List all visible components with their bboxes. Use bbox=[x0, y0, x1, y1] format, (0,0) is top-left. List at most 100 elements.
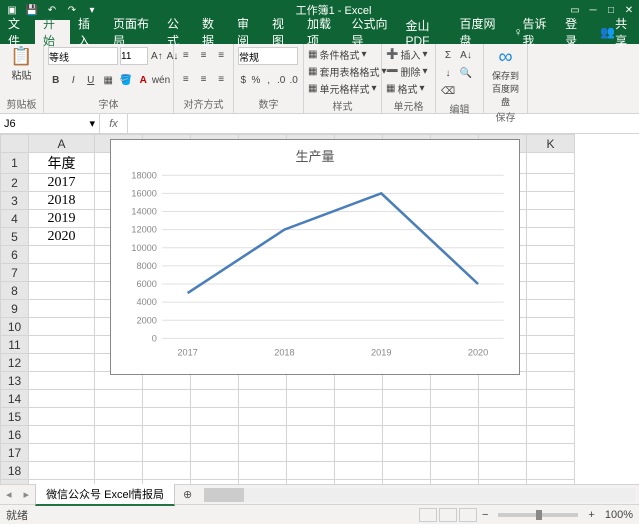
cell-K16[interactable] bbox=[527, 426, 575, 444]
cell-K17[interactable] bbox=[527, 444, 575, 462]
cell-K4[interactable] bbox=[527, 210, 575, 228]
cell-A3[interactable]: 2018 bbox=[29, 192, 95, 210]
cell-D19[interactable] bbox=[191, 480, 239, 485]
row-header[interactable]: 12 bbox=[1, 354, 29, 372]
tab-addins[interactable]: 加载项 bbox=[299, 20, 344, 44]
comma-icon[interactable]: , bbox=[263, 73, 274, 89]
cell-A11[interactable] bbox=[29, 336, 95, 354]
cell-G16[interactable] bbox=[335, 426, 383, 444]
cell-H17[interactable] bbox=[383, 444, 431, 462]
row-header[interactable]: 9 bbox=[1, 300, 29, 318]
align-bottom-icon[interactable]: ≡ bbox=[213, 47, 229, 63]
tab-review[interactable]: 审阅 bbox=[229, 20, 264, 44]
row-header[interactable]: 7 bbox=[1, 264, 29, 282]
cell-F17[interactable] bbox=[287, 444, 335, 462]
cell-A9[interactable] bbox=[29, 300, 95, 318]
row-header[interactable]: 5 bbox=[1, 228, 29, 246]
currency-icon[interactable]: $ bbox=[238, 73, 249, 89]
cell-F18[interactable] bbox=[287, 462, 335, 480]
cell-K13[interactable] bbox=[527, 372, 575, 390]
cell-H15[interactable] bbox=[383, 408, 431, 426]
tab-baidu-netdisk[interactable]: 百度网盘 bbox=[452, 20, 506, 44]
italic-button[interactable]: I bbox=[66, 73, 82, 89]
share-button[interactable]: 👥 共享 bbox=[592, 20, 639, 44]
row-header[interactable]: 14 bbox=[1, 390, 29, 408]
cell-E17[interactable] bbox=[239, 444, 287, 462]
cell-H14[interactable] bbox=[383, 390, 431, 408]
cell-K3[interactable] bbox=[527, 192, 575, 210]
find-select-button[interactable]: 🔍 bbox=[458, 65, 474, 81]
row-header[interactable]: 17 bbox=[1, 444, 29, 462]
cell-A5[interactable]: 2020 bbox=[29, 228, 95, 246]
cell-K10[interactable] bbox=[527, 318, 575, 336]
row-header[interactable]: 16 bbox=[1, 426, 29, 444]
cell-C15[interactable] bbox=[143, 408, 191, 426]
decrease-decimal-icon[interactable]: .0 bbox=[288, 73, 299, 89]
cell-styles-button[interactable]: ▦ 单元格样式 ▾ bbox=[308, 81, 377, 96]
embedded-chart[interactable]: 生产量 020004000600080001000012000140001600… bbox=[110, 139, 520, 375]
cell-I18[interactable] bbox=[431, 462, 479, 480]
cell-H19[interactable] bbox=[383, 480, 431, 485]
cell-B17[interactable] bbox=[95, 444, 143, 462]
cell-F16[interactable] bbox=[287, 426, 335, 444]
save-baidu-button[interactable]: ∞ 保存到 百度网盘 bbox=[488, 46, 523, 108]
cell-K15[interactable] bbox=[527, 408, 575, 426]
paste-button[interactable]: 📋 粘贴 bbox=[4, 46, 39, 82]
row-header[interactable]: 11 bbox=[1, 336, 29, 354]
sheet-nav-next[interactable]: ▸ bbox=[18, 488, 36, 501]
cell-A7[interactable] bbox=[29, 264, 95, 282]
cell-J17[interactable] bbox=[479, 444, 527, 462]
cell-A6[interactable] bbox=[29, 246, 95, 264]
cell-D16[interactable] bbox=[191, 426, 239, 444]
minimize-icon[interactable]: ─ bbox=[585, 2, 601, 18]
fill-button[interactable]: ↓ bbox=[440, 65, 456, 81]
percent-icon[interactable]: % bbox=[251, 73, 262, 89]
font-color-button[interactable]: A bbox=[136, 73, 152, 89]
cell-F14[interactable] bbox=[287, 390, 335, 408]
cell-K18[interactable] bbox=[527, 462, 575, 480]
cell-C19[interactable] bbox=[143, 480, 191, 485]
phonetic-button[interactable]: wén bbox=[153, 73, 169, 89]
row-header[interactable]: 15 bbox=[1, 408, 29, 426]
cell-G14[interactable] bbox=[335, 390, 383, 408]
cell-A10[interactable] bbox=[29, 318, 95, 336]
cell-E15[interactable] bbox=[239, 408, 287, 426]
column-header[interactable]: A bbox=[29, 135, 95, 153]
delete-cells-button[interactable]: ➖ 删除 ▾ bbox=[386, 64, 431, 79]
align-top-icon[interactable]: ≡ bbox=[178, 47, 194, 63]
increase-font-icon[interactable]: A↑ bbox=[150, 48, 164, 64]
cell-E16[interactable] bbox=[239, 426, 287, 444]
sheet-nav-prev[interactable]: ◂ bbox=[0, 488, 18, 501]
cell-E19[interactable] bbox=[239, 480, 287, 485]
row-header[interactable]: 2 bbox=[1, 174, 29, 192]
cell-D14[interactable] bbox=[191, 390, 239, 408]
insert-cells-button[interactable]: ➕ 插入 ▾ bbox=[386, 47, 431, 62]
cell-K9[interactable] bbox=[527, 300, 575, 318]
cell-A1[interactable]: 年度 bbox=[29, 153, 95, 174]
cell-A4[interactable]: 2019 bbox=[29, 210, 95, 228]
tab-view[interactable]: 视图 bbox=[264, 20, 299, 44]
row-header[interactable]: 1 bbox=[1, 153, 29, 174]
cell-D17[interactable] bbox=[191, 444, 239, 462]
cell-B16[interactable] bbox=[95, 426, 143, 444]
cell-K14[interactable] bbox=[527, 390, 575, 408]
column-header[interactable]: K bbox=[527, 135, 575, 153]
row-header[interactable]: 6 bbox=[1, 246, 29, 264]
cell-A17[interactable] bbox=[29, 444, 95, 462]
horizontal-scrollbar[interactable] bbox=[204, 488, 635, 502]
zoom-in-button[interactable]: + bbox=[584, 509, 598, 521]
align-center-icon[interactable]: ≡ bbox=[196, 72, 212, 88]
row-header[interactable]: 13 bbox=[1, 372, 29, 390]
tell-me[interactable]: ♀ 告诉我 bbox=[506, 20, 558, 44]
tab-page-layout[interactable]: 页面布局 bbox=[105, 20, 159, 44]
signin[interactable]: 登录 bbox=[557, 20, 592, 44]
row-header[interactable]: 8 bbox=[1, 282, 29, 300]
cell-I17[interactable] bbox=[431, 444, 479, 462]
tab-insert[interactable]: 插入 bbox=[70, 20, 105, 44]
clear-button[interactable]: ⌫ bbox=[440, 83, 456, 99]
new-sheet-button[interactable]: ⊕ bbox=[175, 488, 200, 501]
tab-data[interactable]: 数据 bbox=[194, 20, 229, 44]
row-header[interactable]: 3 bbox=[1, 192, 29, 210]
cell-J18[interactable] bbox=[479, 462, 527, 480]
tab-kingsoft-pdf[interactable]: 金山PDF bbox=[398, 20, 452, 44]
